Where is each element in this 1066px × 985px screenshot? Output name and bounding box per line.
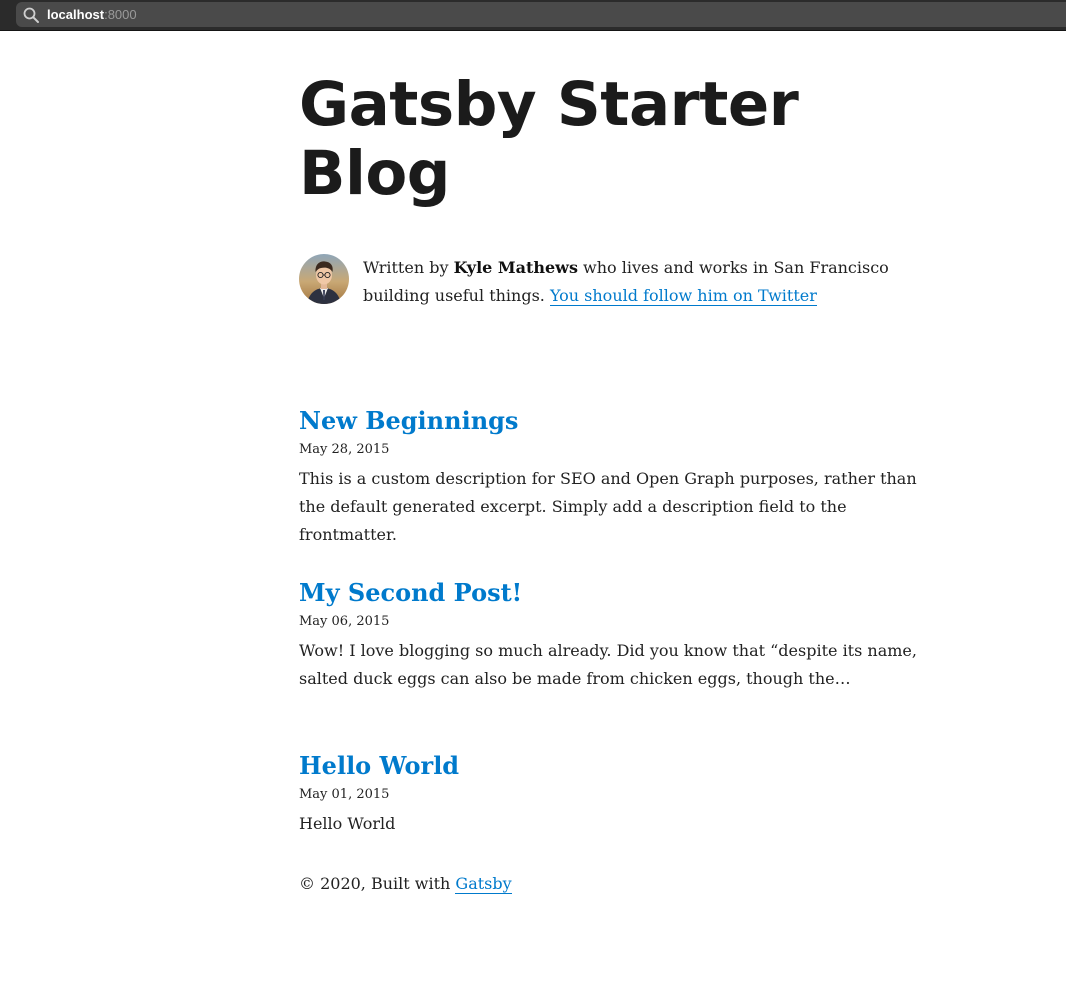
gatsby-link[interactable]: Gatsby [455, 874, 511, 893]
footer-text: © 2020, Built with [299, 874, 456, 893]
post-title: Hello World [299, 750, 939, 782]
post-title: New Beginnings [299, 405, 939, 437]
author-name: Kyle Mathews [453, 258, 578, 277]
post-description: This is a custom description for SEO and… [299, 469, 917, 544]
footer: © 2020, Built with Gatsby [299, 870, 512, 898]
post-date: May 01, 2015 [299, 787, 390, 802]
bio-text: Written by Kyle Mathews who lives and wo… [363, 254, 939, 310]
post-item: New Beginnings May 28, 2015 This is a cu… [299, 405, 939, 549]
page-content: Gatsby Starter Blog Written by Kyle Math… [299, 70, 939, 893]
post-title-link[interactable]: My Second Post! [299, 578, 522, 607]
twitter-link[interactable]: You should follow him on Twitter [550, 286, 817, 305]
url-host: localhost [47, 7, 105, 22]
bio-prefix: Written by [363, 258, 454, 277]
post-item: Hello World May 01, 2015 Hello World [299, 750, 939, 838]
post-description: Hello World [299, 814, 396, 833]
post-date: May 06, 2015 [299, 614, 390, 629]
site-title[interactable]: Gatsby Starter Blog [299, 70, 939, 208]
post-title: My Second Post! [299, 577, 939, 609]
author-avatar [299, 254, 349, 304]
browser-toolbar: localhost:8000 [0, 0, 1066, 31]
post-title-link[interactable]: Hello World [299, 751, 459, 780]
author-bio: Written by Kyle Mathews who lives and wo… [299, 254, 939, 314]
post-description: Wow! I love blogging so much already. Di… [299, 641, 917, 688]
url-port: :8000 [104, 7, 137, 22]
search-icon [23, 7, 39, 23]
address-bar[interactable]: localhost:8000 [16, 2, 1066, 27]
post-date: May 28, 2015 [299, 442, 390, 457]
post-item: My Second Post! May 06, 2015 Wow! I love… [299, 577, 939, 693]
post-title-link[interactable]: New Beginnings [299, 406, 518, 435]
avatar-image [299, 254, 349, 304]
address-text[interactable]: localhost:8000 [47, 7, 137, 23]
